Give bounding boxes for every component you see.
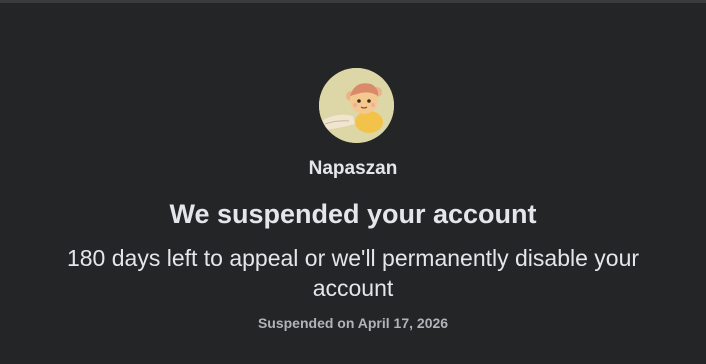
profile-name: Napaszan <box>308 158 398 179</box>
suspension-page: Napaszan We suspended your account 180 d… <box>0 0 706 364</box>
page-title: We suspended your account <box>169 199 537 229</box>
appeal-message: 180 days left to appeal or we'll permane… <box>66 245 640 301</box>
cartoon-monkey-avatar-icon <box>319 68 394 143</box>
suspended-date: Suspended on April 17, 2026 <box>257 315 449 331</box>
top-divider <box>0 0 706 3</box>
profile-avatar <box>319 68 394 143</box>
